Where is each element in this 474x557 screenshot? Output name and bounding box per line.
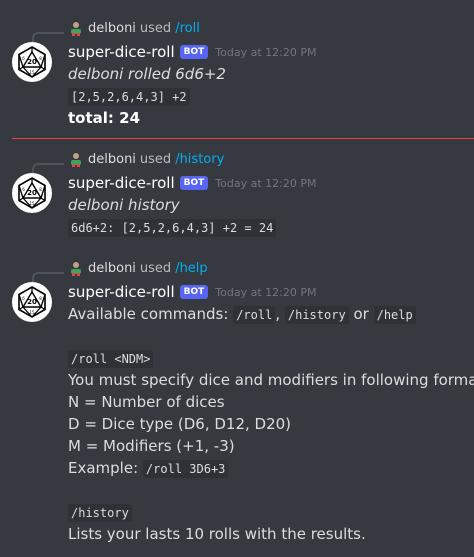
user-avatar-icon [68,151,84,167]
example-label: Example: [68,459,139,477]
d20-icon: 20 15 6 8 [12,173,52,213]
reply-reference[interactable]: delboni used /roll [68,19,200,37]
history-syntax-line: /history [68,501,132,524]
message-header: super-dice-roll BOT Today at 12:20 PM [68,41,316,63]
svg-text:8: 8 [39,296,42,301]
message-header: super-dice-roll BOT Today at 12:20 PM [68,281,316,303]
or-text: or [353,305,369,323]
svg-text:20: 20 [27,189,37,197]
reply-username[interactable]: delboni [88,261,136,276]
n-description: N = Number of dices [68,393,225,411]
comma-separator: , [275,305,281,323]
reply-connector [32,32,64,42]
message-timestamp: Today at 12:20 PM [215,176,317,190]
new-messages-divider [12,138,474,139]
d20-icon: 20 15 6 8 [12,42,52,82]
svg-text:15: 15 [29,310,35,315]
reply-command[interactable]: /roll [175,21,200,36]
reply-connector [32,163,64,173]
svg-text:15: 15 [29,201,35,206]
reply-used-text: used [139,20,172,36]
d20-icon: 20 15 6 8 [12,282,52,322]
bot-avatar[interactable]: 20 15 6 8 [12,173,52,213]
reply-reference[interactable]: delboni used /history [68,150,224,168]
bot-avatar[interactable]: 20 15 6 8 [12,282,52,322]
history-syntax: /history [68,504,132,522]
history-entry: 6d6+2: [2,5,2,6,4,3] +2 = 24 [68,219,277,237]
d-description: D = Dice type (D6, D12, D20) [68,415,292,433]
reply-command[interactable]: /help [175,261,207,276]
reply-command[interactable]: /history [175,152,224,167]
bot-avatar[interactable]: 20 15 6 8 [12,42,52,82]
m-description: M = Modifiers (+1, -3) [68,437,235,455]
roll-results-line: [2,5,2,6,4,3] +2 [68,85,190,108]
roll-syntax: /roll <NDM> [68,350,154,368]
reply-username[interactable]: delboni [88,21,136,36]
svg-text:15: 15 [29,70,35,75]
roll-total: total: 24 [68,109,141,127]
message-timestamp: Today at 12:20 PM [215,285,317,299]
message-timestamp: Today at 12:20 PM [215,45,317,59]
message-list: delboni used /roll 20 15 6 8 super-dice-… [0,0,474,557]
example-line: Example: /roll 3D6+3 [68,457,229,480]
bot-badge: BOT [179,45,209,59]
history-description: Lists your lasts 10 rolls with the resul… [68,525,366,543]
command-history: /history [284,306,349,324]
bot-username[interactable]: super-dice-roll [68,174,175,192]
svg-text:20: 20 [27,298,37,306]
svg-text:6: 6 [22,56,25,61]
history-entry-line: 6d6+2: [2,5,2,6,4,3] +2 = 24 [68,216,277,239]
reply-used-text: used [139,151,172,167]
message-header: super-dice-roll BOT Today at 12:20 PM [68,172,316,194]
roll-results: [2,5,2,6,4,3] +2 [68,88,190,106]
reply-connector [32,272,64,282]
format-description: You must specify dice and modifiers in f… [68,371,474,389]
svg-text:20: 20 [27,58,37,66]
svg-text:6: 6 [22,187,25,192]
reply-used-text: used [139,260,172,276]
roll-syntax-line: /roll <NDM> [68,347,154,370]
user-avatar-icon [68,20,84,36]
command-help: /help [373,306,416,324]
reply-username[interactable]: delboni [88,152,136,167]
example-code: /roll 3D6+3 [142,460,229,478]
available-commands-line: Available commands: /roll, /history or /… [68,303,416,326]
svg-text:8: 8 [39,56,42,61]
svg-text:6: 6 [22,296,25,301]
available-commands-label: Available commands: [68,305,229,323]
bot-username[interactable]: super-dice-roll [68,283,175,301]
bot-username[interactable]: super-dice-roll [68,43,175,61]
roll-summary: delboni rolled 6d6+2 [68,65,226,83]
bot-badge: BOT [179,285,209,299]
bot-badge: BOT [179,176,209,190]
svg-text:8: 8 [39,187,42,192]
user-avatar-icon [68,260,84,276]
history-title: delboni history [68,196,180,214]
command-roll: /roll [233,306,276,324]
reply-reference[interactable]: delboni used /help [68,259,208,277]
